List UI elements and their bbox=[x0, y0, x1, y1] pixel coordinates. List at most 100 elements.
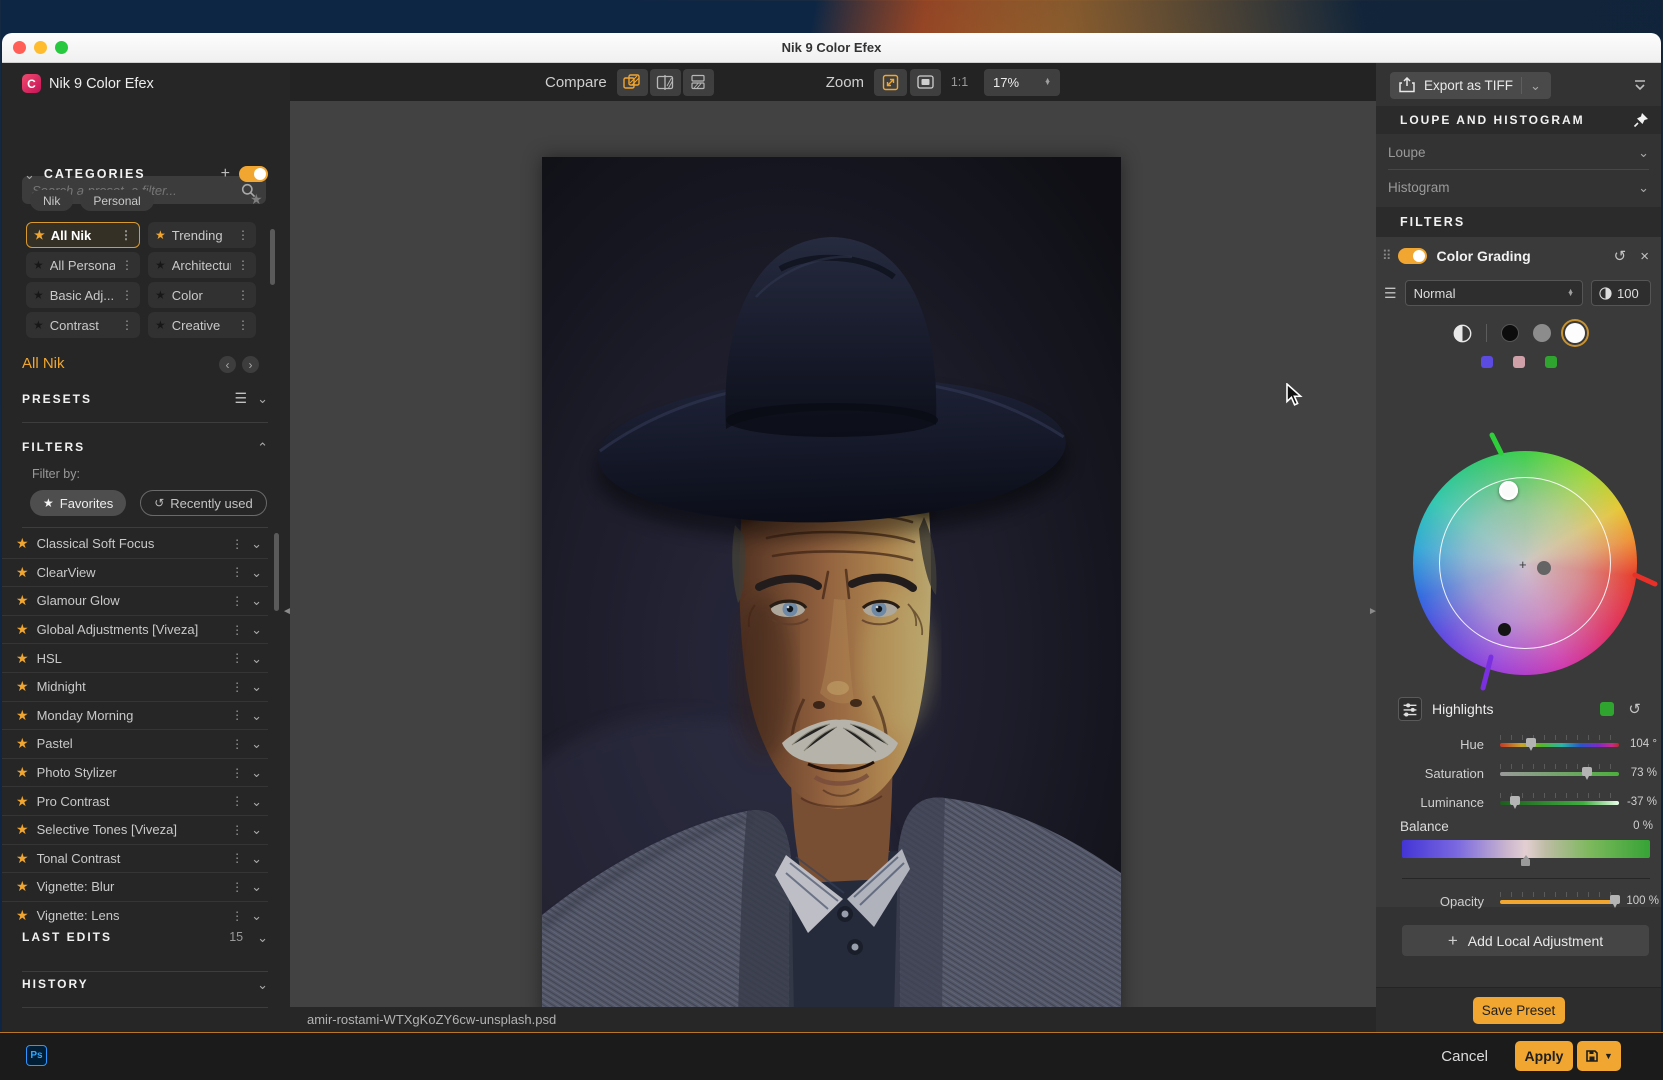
filter-expand-icon[interactable]: ⌄ bbox=[251, 766, 262, 779]
apply-options-button[interactable]: ▼ bbox=[1577, 1041, 1621, 1071]
filter-expand-icon[interactable]: ⌄ bbox=[251, 852, 262, 865]
reset-filter-icon[interactable]: ↺ bbox=[1614, 247, 1627, 265]
color-grading-toggle[interactable] bbox=[1398, 248, 1427, 264]
filter-expand-icon[interactable]: ⌄ bbox=[251, 652, 262, 665]
favorite-star-icon[interactable]: ★ bbox=[16, 621, 29, 638]
filter-expand-icon[interactable]: ⌄ bbox=[251, 909, 262, 922]
window-titlebar[interactable]: Nik 9 Color Efex bbox=[2, 33, 1661, 63]
saturation-slider[interactable] bbox=[1500, 772, 1619, 776]
shadows-color-swatch[interactable] bbox=[1481, 356, 1493, 368]
categories-collapse-icon[interactable]: ⌄ bbox=[24, 168, 35, 181]
midtones-wheel-handle[interactable] bbox=[1537, 561, 1551, 575]
filter-menu-icon[interactable]: ⋮ bbox=[231, 565, 243, 579]
export-button[interactable]: Export as TIFF ⌄ bbox=[1390, 72, 1551, 99]
filter-expand-icon[interactable]: ⌄ bbox=[251, 537, 262, 550]
presets-list-icon[interactable]: ☰ bbox=[235, 390, 248, 407]
midtones-color-swatch[interactable] bbox=[1513, 356, 1525, 368]
star-icon[interactable]: ★ bbox=[155, 318, 166, 332]
category-all-personal[interactable]: ★ All Personal ⋮ bbox=[26, 252, 140, 278]
tone-reset-icon[interactable]: ↺ bbox=[1628, 700, 1641, 718]
filter-expand-icon[interactable]: ⌄ bbox=[251, 880, 262, 893]
tone-sliders-icon[interactable] bbox=[1398, 697, 1422, 721]
remove-filter-icon[interactable]: × bbox=[1640, 248, 1649, 265]
hue-slider-handle[interactable] bbox=[1526, 738, 1536, 747]
filter-expand-icon[interactable]: ⌄ bbox=[251, 566, 262, 579]
filter-row[interactable]: ★Vignette: Blur⋮⌄ bbox=[2, 873, 268, 902]
filter-row[interactable]: ★Photo Stylizer⋮⌄ bbox=[2, 759, 268, 788]
filter-row[interactable]: ★HSL⋮⌄ bbox=[2, 644, 268, 673]
luminance-slider-handle[interactable] bbox=[1510, 796, 1520, 805]
star-icon[interactable]: ★ bbox=[33, 318, 44, 332]
star-icon[interactable]: ★ bbox=[155, 288, 166, 302]
hue-slider[interactable] bbox=[1500, 743, 1619, 747]
next-category-button[interactable]: › bbox=[242, 356, 259, 373]
canvas-area[interactable]: ◄ ► bbox=[290, 101, 1376, 1007]
category-creative[interactable]: ★ Creative ⋮ bbox=[148, 312, 256, 338]
filter-chip-favorites[interactable]: ★ Favorites bbox=[30, 490, 126, 516]
star-icon[interactable]: ★ bbox=[155, 228, 166, 242]
apply-button[interactable]: Apply bbox=[1515, 1041, 1573, 1071]
favorite-star-icon[interactable]: ★ bbox=[16, 907, 29, 924]
pin-icon[interactable] bbox=[1633, 112, 1649, 128]
category-color[interactable]: ★ Color ⋮ bbox=[148, 282, 256, 308]
categories-toggle[interactable] bbox=[239, 166, 268, 182]
filter-row[interactable]: ★Tonal Contrast⋮⌄ bbox=[2, 845, 268, 874]
favorite-star-icon[interactable]: ★ bbox=[16, 564, 29, 581]
filter-row[interactable]: ★Selective Tones [Viveza]⋮⌄ bbox=[2, 816, 268, 845]
balance-slider-handle[interactable] bbox=[1521, 859, 1530, 866]
export-options-icon[interactable]: ⌄ bbox=[1522, 79, 1549, 92]
blend-mode-select[interactable]: Normal ▲▼ bbox=[1405, 280, 1583, 306]
compare-overlay-button[interactable] bbox=[617, 69, 648, 96]
category-menu-icon[interactable]: ⋮ bbox=[237, 318, 249, 332]
filter-row[interactable]: ★Monday Morning⋮⌄ bbox=[2, 702, 268, 731]
zoom-window-button[interactable] bbox=[55, 41, 68, 54]
category-menu-icon[interactable]: ⋮ bbox=[120, 228, 132, 242]
category-contrast[interactable]: ★ Contrast ⋮ bbox=[26, 312, 140, 338]
star-icon[interactable]: ★ bbox=[33, 258, 44, 272]
favorite-star-icon[interactable]: ★ bbox=[16, 793, 29, 810]
filter-row[interactable]: ★Classical Soft Focus⋮⌄ bbox=[2, 530, 268, 559]
favorite-star-icon[interactable]: ★ bbox=[16, 650, 29, 667]
highlights-tone-button[interactable] bbox=[1565, 323, 1585, 343]
saturation-slider-handle[interactable] bbox=[1582, 767, 1592, 776]
midtones-tone-button[interactable] bbox=[1533, 324, 1551, 342]
color-grading-wheel[interactable]: + bbox=[1413, 451, 1637, 675]
filter-menu-icon[interactable]: ⋮ bbox=[231, 880, 243, 894]
shadows-wheel-handle[interactable] bbox=[1498, 623, 1511, 636]
filter-menu-icon[interactable]: ⋮ bbox=[231, 708, 243, 722]
filter-menu-icon[interactable]: ⋮ bbox=[231, 851, 243, 865]
zoom-fill-button[interactable] bbox=[910, 69, 941, 96]
filter-expand-icon[interactable]: ⌄ bbox=[251, 795, 262, 808]
categories-scrollbar[interactable] bbox=[270, 229, 275, 285]
filter-expand-icon[interactable]: ⌄ bbox=[251, 594, 262, 607]
filter-menu-icon[interactable]: ⋮ bbox=[231, 909, 243, 923]
global-tone-icon[interactable] bbox=[1453, 324, 1472, 343]
zoom-100-button[interactable]: 1:1 bbox=[944, 69, 975, 96]
filters-scrollbar[interactable] bbox=[274, 533, 279, 611]
filter-menu-icon[interactable]: ⋮ bbox=[231, 537, 243, 551]
zoom-fit-button[interactable] bbox=[874, 69, 907, 96]
filter-row[interactable]: ★ClearView⋮⌄ bbox=[2, 559, 268, 588]
prev-category-button[interactable]: ‹ bbox=[219, 356, 236, 373]
opacity-slider[interactable] bbox=[1500, 900, 1619, 904]
minimize-window-button[interactable] bbox=[34, 41, 47, 54]
star-icon[interactable]: ★ bbox=[33, 288, 44, 302]
filter-menu-icon[interactable]: ⋮ bbox=[231, 766, 243, 780]
favorite-star-icon[interactable]: ★ bbox=[16, 707, 29, 724]
star-icon[interactable]: ★ bbox=[34, 228, 45, 242]
favorite-star-icon[interactable]: ★ bbox=[16, 735, 29, 752]
filter-expand-icon[interactable]: ⌄ bbox=[251, 623, 262, 636]
filters-collapse-icon[interactable]: ⌃ bbox=[257, 441, 268, 454]
close-window-button[interactable] bbox=[13, 41, 26, 54]
filter-expand-icon[interactable]: ⌄ bbox=[251, 823, 262, 836]
category-all-nik[interactable]: ★ All Nik ⋮ bbox=[26, 222, 140, 248]
favorite-star-icon[interactable]: ★ bbox=[16, 764, 29, 781]
save-preset-button[interactable]: Save Preset bbox=[1473, 997, 1565, 1024]
favorite-star-icon[interactable]: ★ bbox=[16, 592, 29, 609]
add-category-icon[interactable]: + bbox=[221, 165, 230, 183]
last-edits-collapse-icon[interactable]: ⌄ bbox=[257, 931, 268, 944]
filter-row[interactable]: ★Pro Contrast⋮⌄ bbox=[2, 787, 268, 816]
highlights-color-swatch[interactable] bbox=[1545, 356, 1557, 368]
loupe-expand-icon[interactable]: ⌄ bbox=[1638, 146, 1649, 159]
collapse-left-panel-icon[interactable]: ◄ bbox=[282, 606, 292, 617]
